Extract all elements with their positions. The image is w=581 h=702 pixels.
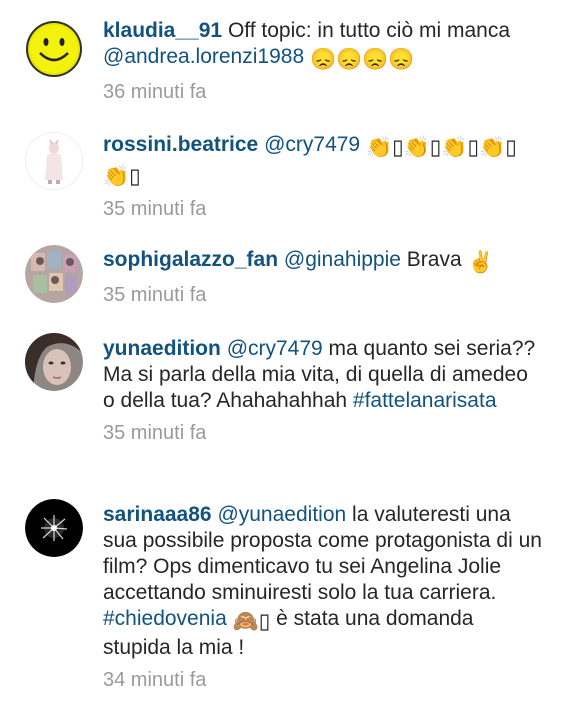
avatar[interactable] <box>25 499 83 557</box>
sad-face-emoji: 😞😞😞😞 <box>309 48 415 71</box>
comment-mention[interactable]: @yunaedition <box>217 503 346 526</box>
comment-body: yunaedition @cry7479 ma quanto sei seria… <box>103 336 543 446</box>
comment-hashtag[interactable]: #chiedovenia <box>103 607 227 630</box>
clapping-hands-emoji: 👏▯👏▯👏▯👏▯ <box>365 136 517 159</box>
comment-timestamp[interactable]: 35 minuti fa <box>103 420 543 446</box>
comment-hashtag[interactable]: #fattelanarisata <box>353 389 497 412</box>
comment-username[interactable]: yunaedition <box>103 337 221 360</box>
victory-hand-emoji: ✌️ <box>467 251 494 274</box>
comment-text: Off topic: in tutto ciò mi manca <box>227 19 511 42</box>
comment-mention[interactable]: @andrea.lorenzi1988 <box>103 45 304 68</box>
comment-username[interactable]: sarinaaa86 <box>103 503 212 526</box>
avatar[interactable] <box>25 333 83 391</box>
see-no-evil-monkey-emoji: 🙈▯ <box>232 610 271 633</box>
comment-timestamp[interactable]: 34 minuti fa <box>103 667 543 693</box>
avatar[interactable] <box>25 132 83 190</box>
comment-body: sarinaaa86 @yunaedition la valuteresti u… <box>103 502 543 693</box>
profile-photo-image <box>25 132 83 190</box>
profile-photo-image <box>25 499 83 557</box>
clapping-hands-emoji: 👏▯ <box>103 165 141 188</box>
comment-timestamp[interactable]: 35 minuti fa <box>103 282 543 308</box>
comment-text: Brava <box>400 248 468 271</box>
comment-timestamp[interactable]: 35 minuti fa <box>103 196 543 222</box>
smiley-avatar-image <box>26 21 82 77</box>
comment-mention[interactable]: @ginahippie <box>284 248 401 271</box>
comment-mention[interactable]: @cry7479 <box>227 337 323 360</box>
comment-body: klaudia__91 Off topic: in tutto ciò mi m… <box>103 18 543 105</box>
profile-photo-image <box>25 333 83 391</box>
avatar[interactable] <box>25 20 83 78</box>
comment-mention[interactable]: @cry7479 <box>264 133 360 156</box>
comment-username[interactable]: sophigalazzo_fan <box>103 248 278 271</box>
comment-username[interactable]: rossini.beatrice <box>103 133 258 156</box>
comment-body: rossini.beatrice @cry7479 👏▯👏▯👏▯👏▯ 👏▯ 35… <box>103 132 543 222</box>
comment-username[interactable]: klaudia__91 <box>103 19 222 42</box>
profile-photo-image <box>25 245 83 303</box>
avatar[interactable] <box>25 245 83 303</box>
comment-timestamp[interactable]: 36 minuti fa <box>103 79 543 105</box>
comment-body: sophigalazzo_fan @ginahippie Brava ✌️ 35… <box>103 247 543 308</box>
comments-list: klaudia__91 Off topic: in tutto ciò mi m… <box>0 0 581 702</box>
